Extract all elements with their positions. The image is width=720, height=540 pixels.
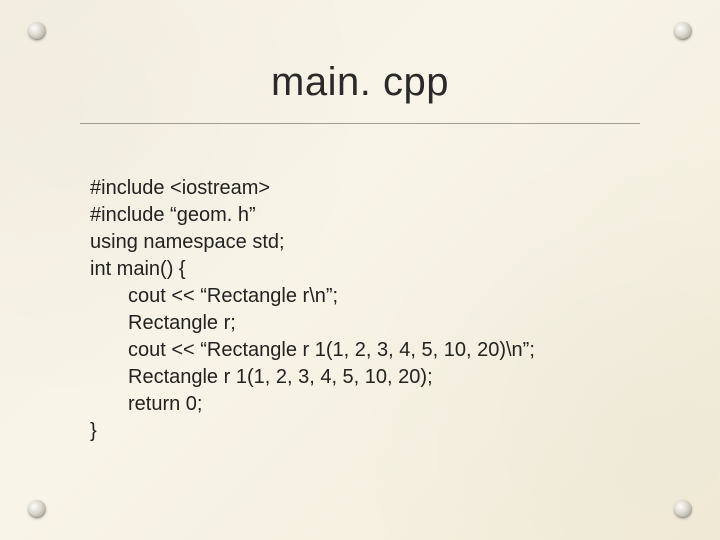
code-line: Rectangle r 1(1, 2, 3, 4, 5, 10, 20); xyxy=(90,364,650,391)
title-underline xyxy=(80,123,640,124)
code-line: return 0; xyxy=(90,391,650,418)
code-line: int main() { xyxy=(90,258,186,280)
code-line: cout << “Rectangle r 1(1, 2, 3, 4, 5, 10… xyxy=(90,337,650,364)
code-line: #include <iostream> xyxy=(90,177,270,199)
code-line: Rectangle r; xyxy=(90,310,650,337)
code-line: #include “geom. h” xyxy=(90,204,256,226)
slide-content: main. cpp #include <iostream> #include “… xyxy=(0,0,720,540)
slide-title: main. cpp xyxy=(70,60,650,105)
code-line: cout << “Rectangle r\n”; xyxy=(90,283,650,310)
code-line: using namespace std; xyxy=(90,231,285,253)
code-block: #include <iostream> #include “geom. h” u… xyxy=(70,148,650,472)
code-line: } xyxy=(90,420,97,442)
